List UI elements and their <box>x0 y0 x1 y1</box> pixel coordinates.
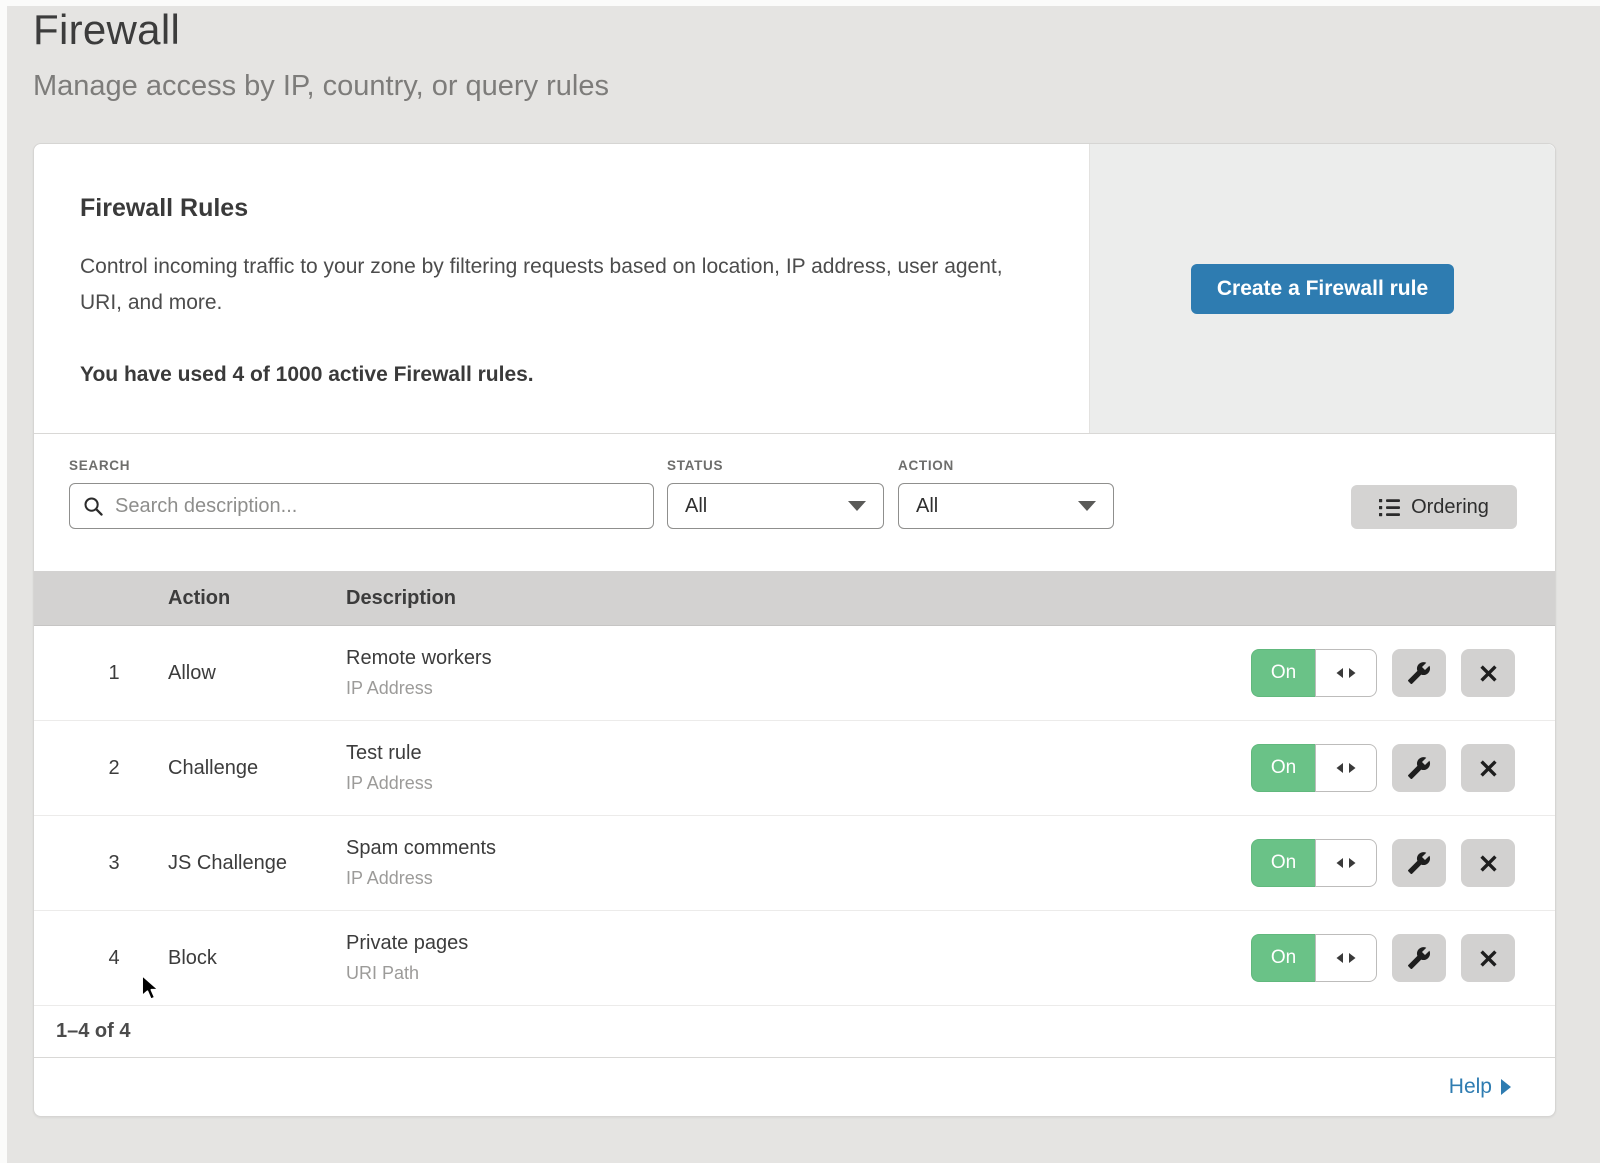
ordering-button-label: Ordering <box>1411 496 1489 519</box>
help-arrow-icon <box>1501 1079 1511 1095</box>
action-group: ACTION All <box>898 458 1114 529</box>
status-group: STATUS All <box>667 458 884 529</box>
table-row: 2 Challenge Test rule IP Address On <box>34 721 1555 816</box>
rule-description: Spam comments <box>346 837 1251 860</box>
wrench-icon <box>1407 851 1431 875</box>
status-label: STATUS <box>667 458 884 473</box>
page-subtitle: Manage access by IP, country, or query r… <box>33 70 609 103</box>
wrench-icon <box>1407 661 1431 685</box>
description-column-header: Description <box>346 587 1251 610</box>
chevron-down-icon <box>848 501 866 511</box>
left-right-arrows-icon <box>1334 760 1358 776</box>
rule-match-type: URI Path <box>346 963 1251 984</box>
rule-description-cell: Remote workers IP Address <box>346 647 1251 699</box>
status-select-value: All <box>685 495 707 518</box>
table-row: 1 Allow Remote workers IP Address On <box>34 626 1555 721</box>
toggle-arrows-button[interactable] <box>1315 744 1377 792</box>
firewall-panel: Firewall Rules Control incoming traffic … <box>33 143 1556 1117</box>
close-icon <box>1480 855 1497 872</box>
rule-toggle: On <box>1251 649 1377 697</box>
toggle-arrows-button[interactable] <box>1315 839 1377 887</box>
rule-controls: On <box>1251 934 1555 982</box>
rule-action: Challenge <box>168 757 346 780</box>
rule-priority: 1 <box>34 662 168 685</box>
overview-description: Control incoming traffic to your zone by… <box>80 249 1029 321</box>
create-rule-area: Create a Firewall rule <box>1090 144 1555 433</box>
rule-toggle: On <box>1251 934 1377 982</box>
rule-priority: 4 <box>34 947 168 970</box>
search-group: SEARCH <box>69 458 654 529</box>
edit-rule-button[interactable] <box>1392 839 1446 887</box>
rule-toggle: On <box>1251 839 1377 887</box>
rule-match-type: IP Address <box>346 678 1251 699</box>
rule-description-cell: Spam comments IP Address <box>346 837 1251 889</box>
filters-bar: SEARCH STATUS All ACTION All <box>34 434 1555 571</box>
rule-controls: On <box>1251 649 1555 697</box>
table-header: Action Description <box>34 571 1555 626</box>
rule-priority: 2 <box>34 757 168 780</box>
delete-rule-button[interactable] <box>1461 744 1515 792</box>
toggle-on-button[interactable]: On <box>1251 649 1315 697</box>
help-link[interactable]: Help <box>1449 1075 1511 1099</box>
overview-section: Firewall Rules Control incoming traffic … <box>34 144 1555 434</box>
search-box <box>69 483 654 529</box>
create-firewall-rule-button[interactable]: Create a Firewall rule <box>1191 264 1454 314</box>
rule-controls: On <box>1251 744 1555 792</box>
help-link-label: Help <box>1449 1075 1492 1099</box>
search-input[interactable] <box>113 494 640 519</box>
toggle-on-button[interactable]: On <box>1251 839 1315 887</box>
close-icon <box>1480 760 1497 777</box>
action-column-header: Action <box>168 587 346 610</box>
pagination-range: 1–4 of 4 <box>56 1020 130 1043</box>
action-select-value: All <box>916 495 938 518</box>
edit-rule-button[interactable] <box>1392 934 1446 982</box>
toggle-arrows-button[interactable] <box>1315 934 1377 982</box>
status-select[interactable]: All <box>667 483 884 529</box>
search-label: SEARCH <box>69 458 654 473</box>
wrench-icon <box>1407 756 1431 780</box>
rule-match-type: IP Address <box>346 773 1251 794</box>
page-title: Firewall <box>33 6 609 54</box>
table-row: 4 Block Private pages URI Path On <box>34 911 1555 1006</box>
rule-description: Test rule <box>346 742 1251 765</box>
delete-rule-button[interactable] <box>1461 839 1515 887</box>
ordering-button[interactable]: Ordering <box>1351 485 1517 529</box>
delete-rule-button[interactable] <box>1461 934 1515 982</box>
chevron-down-icon <box>1078 501 1096 511</box>
left-right-arrows-icon <box>1334 950 1358 966</box>
wrench-icon <box>1407 946 1431 970</box>
rule-match-type: IP Address <box>346 868 1251 889</box>
toggle-on-button[interactable]: On <box>1251 934 1315 982</box>
edit-rule-button[interactable] <box>1392 744 1446 792</box>
toggle-arrows-button[interactable] <box>1315 649 1377 697</box>
rule-toggle: On <box>1251 744 1377 792</box>
rule-controls: On <box>1251 839 1555 887</box>
table-row: 3 JS Challenge Spam comments IP Address … <box>34 816 1555 911</box>
pagination: 1–4 of 4 <box>34 1006 1555 1058</box>
overview-heading: Firewall Rules <box>80 194 1029 223</box>
rule-description: Remote workers <box>346 647 1251 670</box>
panel-footer: Help <box>34 1058 1555 1116</box>
rule-action: Block <box>168 947 346 970</box>
search-icon <box>83 496 104 517</box>
rule-description-cell: Test rule IP Address <box>346 742 1251 794</box>
page-header: Firewall Manage access by IP, country, o… <box>33 6 609 103</box>
action-select[interactable]: All <box>898 483 1114 529</box>
delete-rule-button[interactable] <box>1461 649 1515 697</box>
rule-priority: 3 <box>34 852 168 875</box>
toggle-on-button[interactable]: On <box>1251 744 1315 792</box>
close-icon <box>1480 950 1497 967</box>
left-right-arrows-icon <box>1334 665 1358 681</box>
rule-action: JS Challenge <box>168 852 346 875</box>
edit-rule-button[interactable] <box>1392 649 1446 697</box>
close-icon <box>1480 665 1497 682</box>
rule-action: Allow <box>168 662 346 685</box>
rule-description-cell: Private pages URI Path <box>346 932 1251 984</box>
rules-usage-text: You have used 4 of 1000 active Firewall … <box>80 363 1029 387</box>
action-label: ACTION <box>898 458 1114 473</box>
ordered-list-icon <box>1379 498 1400 517</box>
rule-description: Private pages <box>346 932 1251 955</box>
left-right-arrows-icon <box>1334 855 1358 871</box>
overview-text: Firewall Rules Control incoming traffic … <box>34 144 1090 433</box>
